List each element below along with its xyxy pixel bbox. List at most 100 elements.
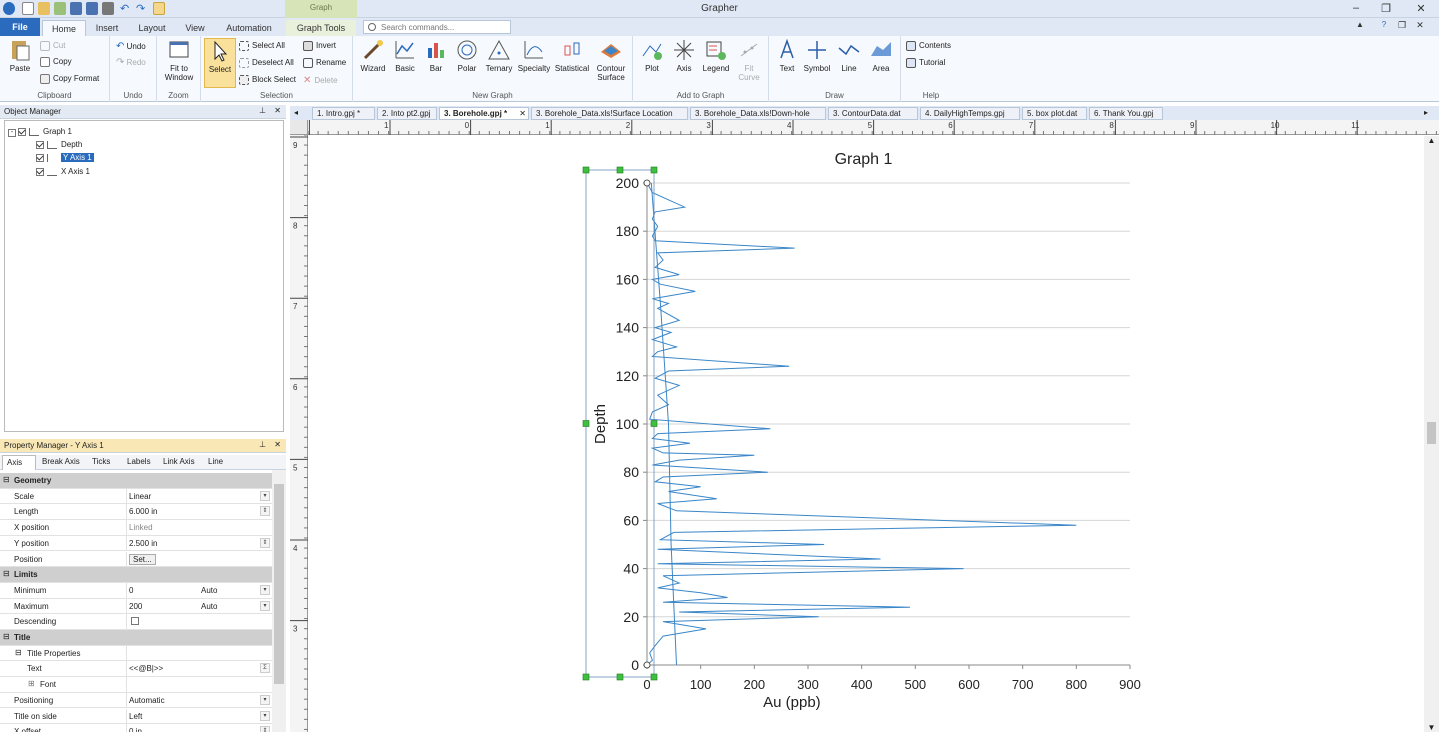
property-pin-icon[interactable]: ⊥	[259, 440, 266, 449]
selection-handle[interactable]	[651, 167, 657, 173]
window-close-icon[interactable]: ✕	[1410, 20, 1430, 34]
selection-handle[interactable]	[617, 167, 623, 173]
tab-layout[interactable]: Layout	[130, 20, 174, 36]
document-tab[interactable]: 3. Borehole_Data.xls!Surface Location	[531, 107, 688, 120]
canvas-vertical-scrollbar[interactable]: ▲ ▼	[1424, 136, 1439, 732]
x-axis-title[interactable]: Au (ppb)	[763, 694, 821, 711]
tab-scroll-left-icon[interactable]: ◂	[294, 108, 298, 117]
tab-view[interactable]: View	[178, 20, 212, 36]
deselect-all-button[interactable]: Deselect All	[239, 58, 294, 68]
property-value[interactable]: Left▾	[126, 709, 272, 724]
property-value[interactable]: 2.500 in⇕	[126, 536, 272, 551]
wizard-button[interactable]: Wizard	[357, 38, 389, 73]
y-axis-title[interactable]: Depth	[592, 404, 609, 444]
collapse-ribbon-icon[interactable]: ▲	[1350, 20, 1370, 34]
selection-handle[interactable]	[583, 167, 589, 173]
expand-toggle-icon[interactable]: ⊞	[28, 679, 35, 688]
paste-button[interactable]: Paste	[4, 38, 36, 73]
basic-button[interactable]: Basic	[390, 38, 420, 73]
axis-button[interactable]: Axis	[669, 38, 699, 73]
contour-surface-button[interactable]: ContourSurface	[593, 38, 629, 82]
fit-curve-button[interactable]: FitCurve	[733, 38, 765, 82]
block-select-button[interactable]: Block Select	[239, 75, 296, 85]
property-value[interactable]: 200Auto▾	[126, 599, 272, 614]
undo-button[interactable]: ↶ Undo	[116, 41, 146, 52]
document-tab[interactable]: 2. Into pt2.gpj	[377, 107, 437, 120]
window-restore-icon[interactable]: ❐	[1392, 20, 1412, 34]
descending-checkbox[interactable]	[131, 617, 139, 625]
document-tab[interactable]: 3. ContourData.dat	[828, 107, 918, 120]
spinner-icon[interactable]: ⇕	[260, 726, 270, 732]
property-scrollbar[interactable]	[272, 470, 286, 732]
property-value[interactable]: 6.000 in⇕	[126, 504, 272, 519]
property-manager-close-icon[interactable]: ✕	[274, 440, 281, 449]
graph-1[interactable]: 0204060801001201401601802000100200300400…	[308, 136, 1424, 732]
tab-home[interactable]: Home	[42, 20, 86, 36]
tab-scroll-right-icon[interactable]: ▸	[1424, 108, 1428, 117]
contents-button[interactable]: Contents	[906, 41, 951, 51]
dropdown-arrow-icon[interactable]: ▾	[260, 585, 270, 595]
dropdown-arrow-icon[interactable]: ▾	[260, 491, 270, 501]
x-axis-visibility-checkbox[interactable]	[36, 168, 44, 176]
tutorial-button[interactable]: Tutorial	[906, 58, 945, 68]
collapse-toggle-icon[interactable]: ⊟	[3, 475, 10, 484]
text-button[interactable]: Text	[773, 38, 801, 73]
select-button[interactable]: Select	[204, 38, 236, 88]
property-value[interactable]: <<@B|>>Σ	[126, 661, 272, 676]
cut-button[interactable]: Cut	[40, 41, 65, 51]
property-category[interactable]: ⊟Title	[0, 630, 272, 646]
property-value[interactable]: Automatic▾	[126, 693, 272, 708]
property-value[interactable]	[126, 677, 272, 692]
selection-handle[interactable]	[583, 674, 589, 680]
collapse-toggle-icon[interactable]: ⊟	[15, 648, 22, 657]
fit-to-window-button[interactable]: Fit toWindow	[161, 38, 197, 82]
rename-button[interactable]: Rename	[303, 58, 346, 68]
area-button[interactable]: Area	[867, 38, 895, 73]
collapse-toggle-icon[interactable]: ⊟	[3, 569, 10, 578]
tree-item-y-axis[interactable]: Y Axis 1	[36, 153, 94, 162]
tab-break-axis[interactable]: Break Axis	[42, 457, 80, 466]
property-category[interactable]: ⊟Limits	[0, 567, 272, 583]
delete-button[interactable]: ✕Delete	[303, 75, 338, 86]
graph-title[interactable]: Graph 1	[835, 151, 893, 168]
canvas-scroll-thumb[interactable]	[1427, 422, 1436, 444]
document-tab[interactable]: 1. Intro.gpj *	[312, 107, 375, 120]
redo-button[interactable]: ↷ Redo	[116, 57, 146, 68]
legend-button[interactable]: Legend	[699, 38, 733, 73]
polar-button[interactable]: Polar	[452, 38, 482, 73]
tree-item-depth[interactable]: Depth	[36, 140, 82, 149]
tab-labels[interactable]: Labels	[127, 457, 151, 466]
selection-handle[interactable]	[617, 674, 623, 680]
selection-handle[interactable]	[583, 421, 589, 427]
dropdown-arrow-icon[interactable]: ▾	[260, 711, 270, 721]
collapse-icon[interactable]: -	[8, 129, 16, 137]
copy-format-button[interactable]: Copy Format	[40, 74, 99, 84]
graph-visibility-checkbox[interactable]	[18, 128, 26, 136]
document-tab[interactable]: 3. Borehole_Data.xls!Down-hole	[690, 107, 826, 120]
canvas-scroll-up-icon[interactable]: ▲	[1424, 136, 1439, 145]
tab-graph-tools[interactable]: Graph Tools	[286, 20, 356, 36]
spinner-icon[interactable]: ⇕	[260, 506, 270, 516]
plot-button[interactable]: Plot	[637, 38, 667, 73]
select-all-button[interactable]: Select All	[239, 41, 285, 51]
tab-line[interactable]: Line	[208, 457, 223, 466]
search-commands[interactable]: Search commands...	[363, 20, 511, 34]
statistical-button[interactable]: Statistical	[552, 38, 592, 73]
object-manager-close-icon[interactable]: ✕	[274, 106, 281, 115]
property-category[interactable]: ⊟Geometry	[0, 473, 272, 489]
property-auto-value[interactable]: Auto	[201, 586, 217, 595]
dropdown-arrow-icon[interactable]: ▾	[260, 601, 270, 611]
spinner-icon[interactable]: ⇕	[260, 538, 270, 548]
property-value[interactable]: 0Auto▾	[126, 583, 272, 598]
specialty-button[interactable]: Specialty	[516, 38, 552, 73]
selection-handle[interactable]	[651, 674, 657, 680]
property-value[interactable]	[126, 646, 272, 661]
tree-item-graph[interactable]: -Graph 1	[8, 127, 72, 137]
tab-link-axis[interactable]: Link Axis	[163, 457, 195, 466]
property-auto-value[interactable]: Auto	[201, 602, 217, 611]
tree-item-x-axis[interactable]: X Axis 1	[36, 167, 90, 176]
plot-canvas[interactable]: 0204060801001201401601802000100200300400…	[308, 136, 1424, 732]
sigma-icon[interactable]: Σ	[260, 663, 270, 673]
minimize-icon[interactable]: –	[1346, 2, 1366, 16]
document-tab[interactable]: 6. Thank You.gpj	[1089, 107, 1163, 120]
